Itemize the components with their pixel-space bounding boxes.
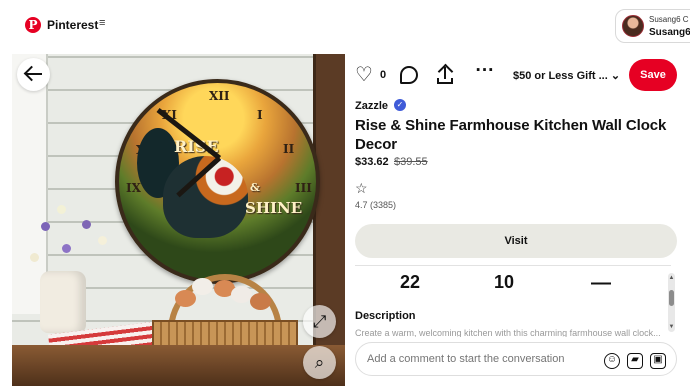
share-tray <box>437 78 453 84</box>
scroll-thumb[interactable] <box>669 290 674 306</box>
comment-input[interactable] <box>367 343 597 375</box>
pin-action-row: ♡ 0 ··· $50 or Less Gift ... ⌄ Save <box>345 54 690 98</box>
stat-value: 10 <box>494 272 515 292</box>
chevron-down-icon: ⌄ <box>610 70 621 82</box>
current-price: $33.62 <box>355 156 389 168</box>
board-label: $50 or Less Gift ... <box>513 70 608 82</box>
egg <box>231 286 252 303</box>
description-preview: Create a warm, welcoming kitchen with th… <box>355 328 661 337</box>
scroll-down-icon[interactable]: ▼ <box>668 324 675 330</box>
clock-numeral-iii: III <box>295 181 312 195</box>
egg <box>250 293 271 310</box>
heart-icon[interactable]: ♡ <box>354 65 374 85</box>
rating-text: 4.7 (3385) <box>355 200 397 210</box>
clock-numeral-xii: XII <box>209 89 230 103</box>
account-username: Susang6 C <box>649 15 689 24</box>
sticker-icon[interactable]: ▰ <box>627 353 643 369</box>
pin-image[interactable]: XII I II III IX X XI RISE & SHINE ⤢ ⌕ <box>12 54 345 386</box>
wood-counter <box>12 345 345 386</box>
flower <box>82 220 91 229</box>
divider <box>355 265 671 266</box>
original-price: $39.55 <box>394 156 428 168</box>
scroll-up-icon[interactable]: ▲ <box>668 275 675 281</box>
back-button[interactable] <box>17 58 50 91</box>
star-icon: ☆ <box>355 180 368 196</box>
flower <box>57 205 66 214</box>
clock-numeral-ix: IX <box>126 181 141 195</box>
egg <box>175 290 196 307</box>
flower <box>62 244 71 253</box>
details-scrollbar[interactable]: ▲ ▼ <box>668 273 675 332</box>
brand-name[interactable]: Pinterest <box>47 18 98 32</box>
expand-icon[interactable]: ⤢ <box>303 305 336 338</box>
flower <box>30 253 39 262</box>
egg <box>192 278 213 295</box>
pinterest-logo-icon[interactable]: P <box>25 17 41 33</box>
flower-pitcher <box>40 271 86 333</box>
account-name: Susang6 <box>649 27 690 38</box>
clock-numeral-ii: II <box>283 142 295 156</box>
visit-button[interactable]: Visit <box>355 224 677 258</box>
seller-name[interactable]: Zazzle <box>355 100 388 112</box>
stat-value: 22 <box>400 272 421 292</box>
like-count: 0 <box>380 69 387 81</box>
menu-icon[interactable]: ≡ <box>99 17 105 29</box>
image-icon[interactable]: ▣ <box>650 353 666 369</box>
comment-icon[interactable] <box>400 66 418 84</box>
description-heading: Description <box>355 310 416 322</box>
more-options-icon[interactable]: ··· <box>475 61 495 85</box>
comment-box[interactable]: ☺ ▰ ▣ <box>355 342 677 376</box>
flower <box>98 236 107 245</box>
top-bar: P Pinterest ≡ Susang6 C Susang6 <box>0 0 690 52</box>
flower <box>41 222 50 231</box>
pin-details-panel: ♡ 0 ··· $50 or Less Gift ... ⌄ Save Zazz… <box>345 54 690 386</box>
emoji-icon[interactable]: ☺ <box>604 353 620 369</box>
board-selector[interactable]: $50 or Less Gift ... ⌄ <box>513 69 620 82</box>
rooster-wall-clock: XII I II III IX X XI RISE & SHINE <box>115 79 320 284</box>
save-button[interactable]: Save <box>629 59 677 91</box>
clock-numeral-i: I <box>257 108 263 122</box>
pin-title: Rise & Shine Farmhouse Kitchen Wall Cloc… <box>355 117 667 153</box>
clock-word-shine: SHINE <box>245 199 303 217</box>
stat-value: — <box>591 272 611 294</box>
account-button[interactable]: Susang6 C Susang6 <box>615 9 690 43</box>
visual-search-icon[interactable]: ⌕ <box>303 346 336 379</box>
avatar-icon <box>622 15 644 37</box>
clock-word-ampersand: & <box>250 181 260 194</box>
verified-badge-icon: ✓ <box>394 99 406 111</box>
